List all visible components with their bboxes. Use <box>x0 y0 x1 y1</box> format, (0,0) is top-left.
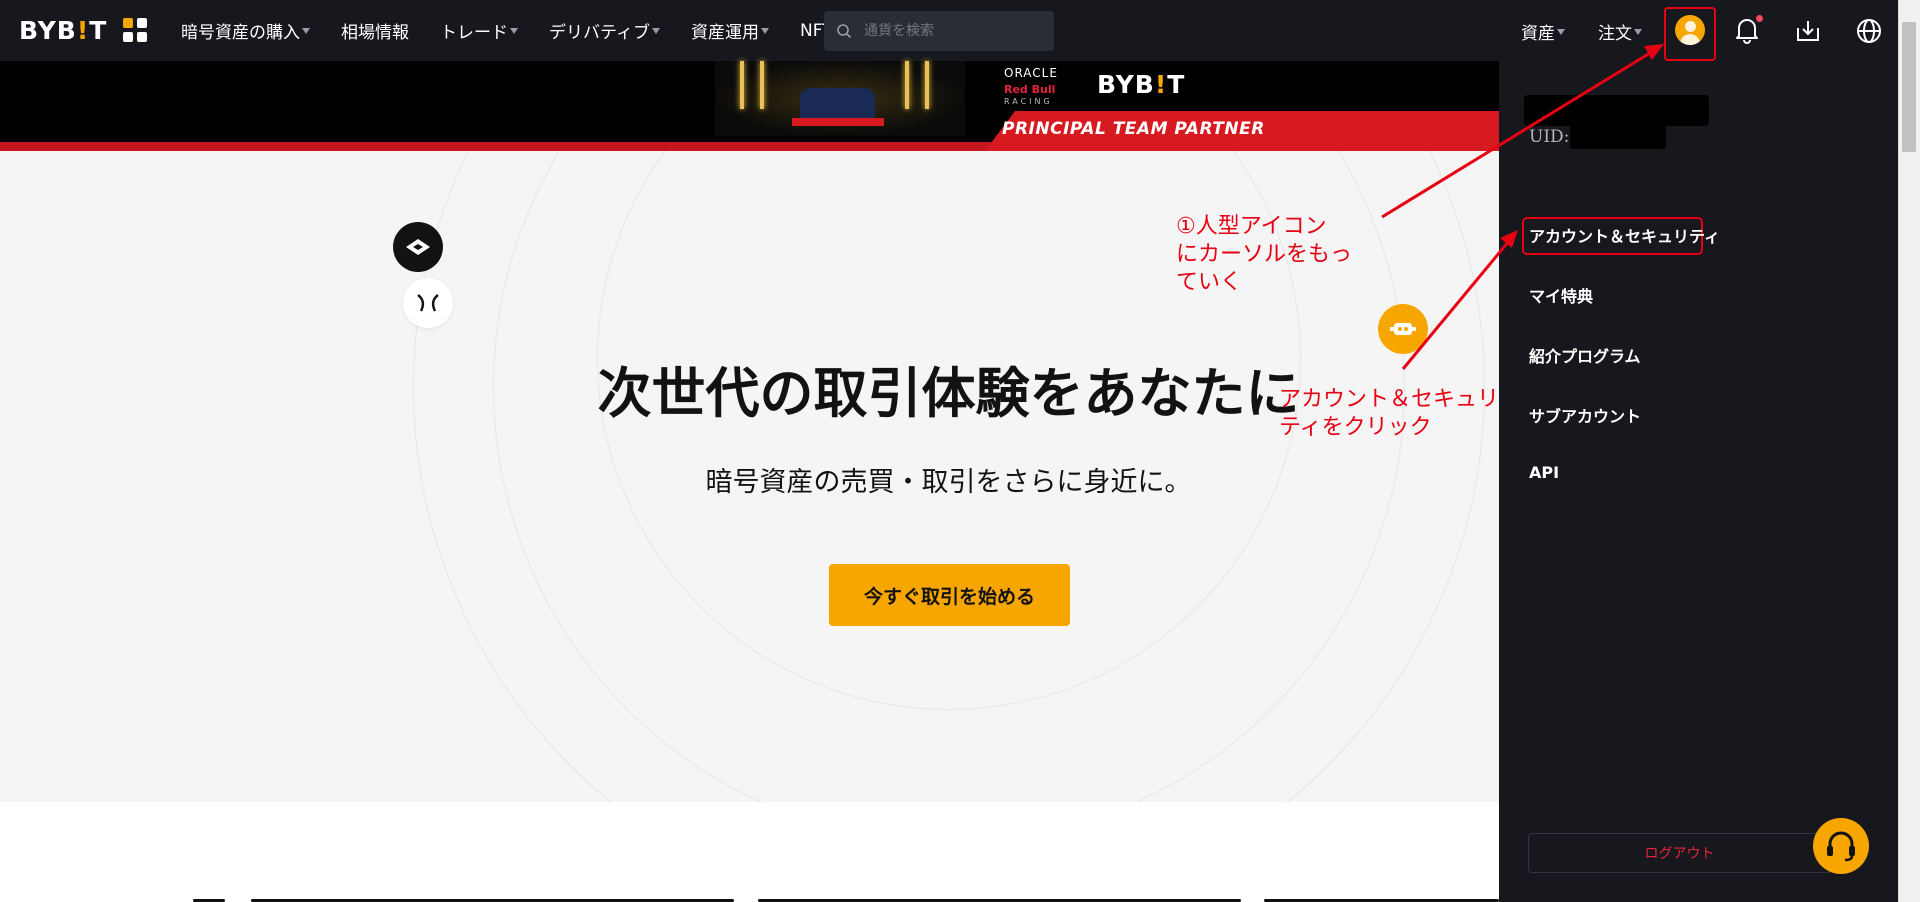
principal-team-partner-text: PRINCIPAL TEAM PARTNER <box>1002 119 1265 139</box>
menu-item-referral[interactable]: 紹介プログラム <box>1529 343 1641 367</box>
redbull-logo: Red Bull <box>1004 83 1056 96</box>
hero-subtitle: 暗号資産の売買・取引をさらに身近に。 <box>705 467 1192 498</box>
caret-down-icon <box>760 27 769 34</box>
banner-bybit-logo: BYB!T <box>1097 70 1186 99</box>
top-navigation-bar: BYB!T 暗号資産の購入 相場情報 トレード デリバティブ 資産運用 NFT … <box>0 0 1898 61</box>
nav-orders[interactable]: 注文 <box>1598 19 1642 44</box>
menu-item-subaccount[interactable]: サブアカウント <box>1529 403 1641 427</box>
nav-item-label: 相場情報 <box>341 23 409 43</box>
crypto-coin-icon <box>393 222 443 272</box>
main-menu: 暗号資産の購入 相場情報 トレード デリバティブ 資産運用 NFT <box>181 0 864 61</box>
nav-item-label: デリバティブ <box>549 23 650 43</box>
crypto-coin-icon <box>1378 304 1428 354</box>
racing-label: RACING <box>1004 97 1053 106</box>
caret-down-icon <box>510 27 518 34</box>
banner-light <box>925 61 929 109</box>
oracle-logo: ORACLE <box>1004 66 1058 80</box>
nav-orders-label: 注文 <box>1598 24 1632 44</box>
banner-light <box>740 61 744 109</box>
menu-item-account-security[interactable]: アカウント＆セキュリティ <box>1529 223 1720 247</box>
bybit-logo[interactable]: BYB!T <box>19 16 107 45</box>
redacted-username <box>1524 95 1709 126</box>
nav-assets[interactable]: 資産 <box>1521 19 1565 44</box>
hero-title: 次世代の取引体験をあなたに <box>597 362 1300 425</box>
caret-down-icon <box>302 27 310 34</box>
f1-car-wing <box>792 118 884 126</box>
redacted-uid <box>1570 124 1666 149</box>
nav-item-earn[interactable]: 資産運用 <box>691 18 769 43</box>
menu-item-my-rewards[interactable]: マイ特典 <box>1529 283 1593 307</box>
caret-down-icon <box>1557 28 1565 35</box>
caret-down-icon <box>651 27 660 34</box>
logout-button[interactable]: ログアウト <box>1528 833 1831 873</box>
nav-item-trade[interactable]: トレード <box>440 18 518 43</box>
crypto-coin-icon <box>403 278 453 328</box>
nav-item-derivatives[interactable]: デリバティブ <box>549 18 660 43</box>
search-box[interactable] <box>824 11 1054 51</box>
caret-down-icon <box>1634 28 1642 35</box>
nav-item-label: 暗号資産の購入 <box>181 23 300 43</box>
lower-section <box>0 802 1499 902</box>
menu-item-api[interactable]: API <box>1529 463 1559 482</box>
banner-light <box>905 61 909 109</box>
search-icon <box>837 24 852 39</box>
nav-assets-label: 資産 <box>1521 24 1555 44</box>
nav-item-label: 資産運用 <box>690 23 759 43</box>
notification-dot <box>1756 15 1763 22</box>
headset-icon <box>1827 831 1855 862</box>
nav-item-markets[interactable]: 相場情報 <box>341 18 409 43</box>
scrollbar-thumb[interactable] <box>1902 22 1916 152</box>
annotation-step1: ①人型アイコン にカーソルをもっ ていく <box>1176 214 1353 295</box>
search-input[interactable] <box>864 23 1034 39</box>
banner-light <box>760 61 764 109</box>
download-icon[interactable] <box>1792 15 1824 47</box>
nav-item-buy-crypto[interactable]: 暗号資産の購入 <box>181 18 310 43</box>
apps-grid-icon[interactable] <box>123 18 147 42</box>
user-avatar-icon[interactable] <box>1675 15 1705 45</box>
globe-icon[interactable] <box>1853 15 1885 47</box>
start-trading-button[interactable]: 今すぐ取引を始める <box>829 564 1070 626</box>
uid-label: UID: <box>1529 127 1570 147</box>
nav-item-label: トレード <box>440 23 508 43</box>
annotation-step2: アカウント＆セキュリ ティをクリック <box>1279 387 1500 440</box>
support-chat-button[interactable] <box>1813 818 1869 874</box>
